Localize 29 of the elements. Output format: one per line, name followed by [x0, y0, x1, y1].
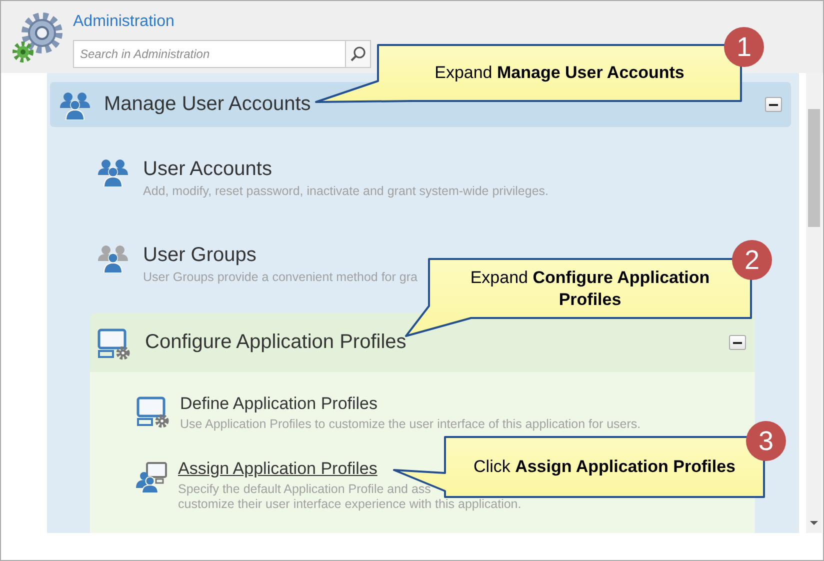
scrollbar[interactable]: [806, 73, 822, 533]
item-description: User Groups provide a convenient method for gra: [143, 270, 418, 285]
callout-text: Click Assign Application Profiles: [474, 456, 736, 478]
page-title: Administration: [73, 13, 176, 31]
item-description: Add, modify, reset password, inactivate and grant system-wide privileges.: [143, 184, 549, 199]
monitor-gear-icon: [136, 396, 170, 428]
collapse-button[interactable]: [765, 97, 782, 112]
section-title[interactable]: Manage User Accounts: [104, 93, 311, 116]
users-icon: [97, 245, 129, 273]
item-description: Use Application Profiles to customize the user interface of this application for users.: [180, 417, 641, 432]
item-link[interactable]: Define Application Profiles: [180, 394, 641, 414]
users-icon: [59, 92, 91, 120]
search-field[interactable]: Search in Administration: [73, 40, 345, 68]
callout-text: Expand Configure Application Profiles: [469, 266, 711, 310]
search-button[interactable]: [345, 40, 371, 68]
monitor-gear-icon: [97, 328, 131, 360]
item-link[interactable]: User Accounts: [143, 157, 549, 181]
user-monitor-icon: [136, 461, 168, 493]
users-icon: [97, 159, 129, 187]
collapse-button[interactable]: [729, 335, 746, 350]
callout-text: Expand Manage User Accounts: [434, 62, 684, 84]
section-title[interactable]: Configure Application Profiles: [145, 331, 406, 354]
item-link[interactable]: User Groups: [143, 243, 418, 267]
section-header[interactable]: Configure Application Profiles: [90, 313, 755, 372]
scrollbar-thumb[interactable]: [808, 109, 820, 227]
search-icon: [350, 46, 366, 62]
item-description: Specify the default Application Profile and ass: [178, 482, 432, 497]
item-description: customize their user interface experience with this application.: [178, 497, 522, 512]
scroll-down-icon[interactable]: [810, 521, 818, 525]
